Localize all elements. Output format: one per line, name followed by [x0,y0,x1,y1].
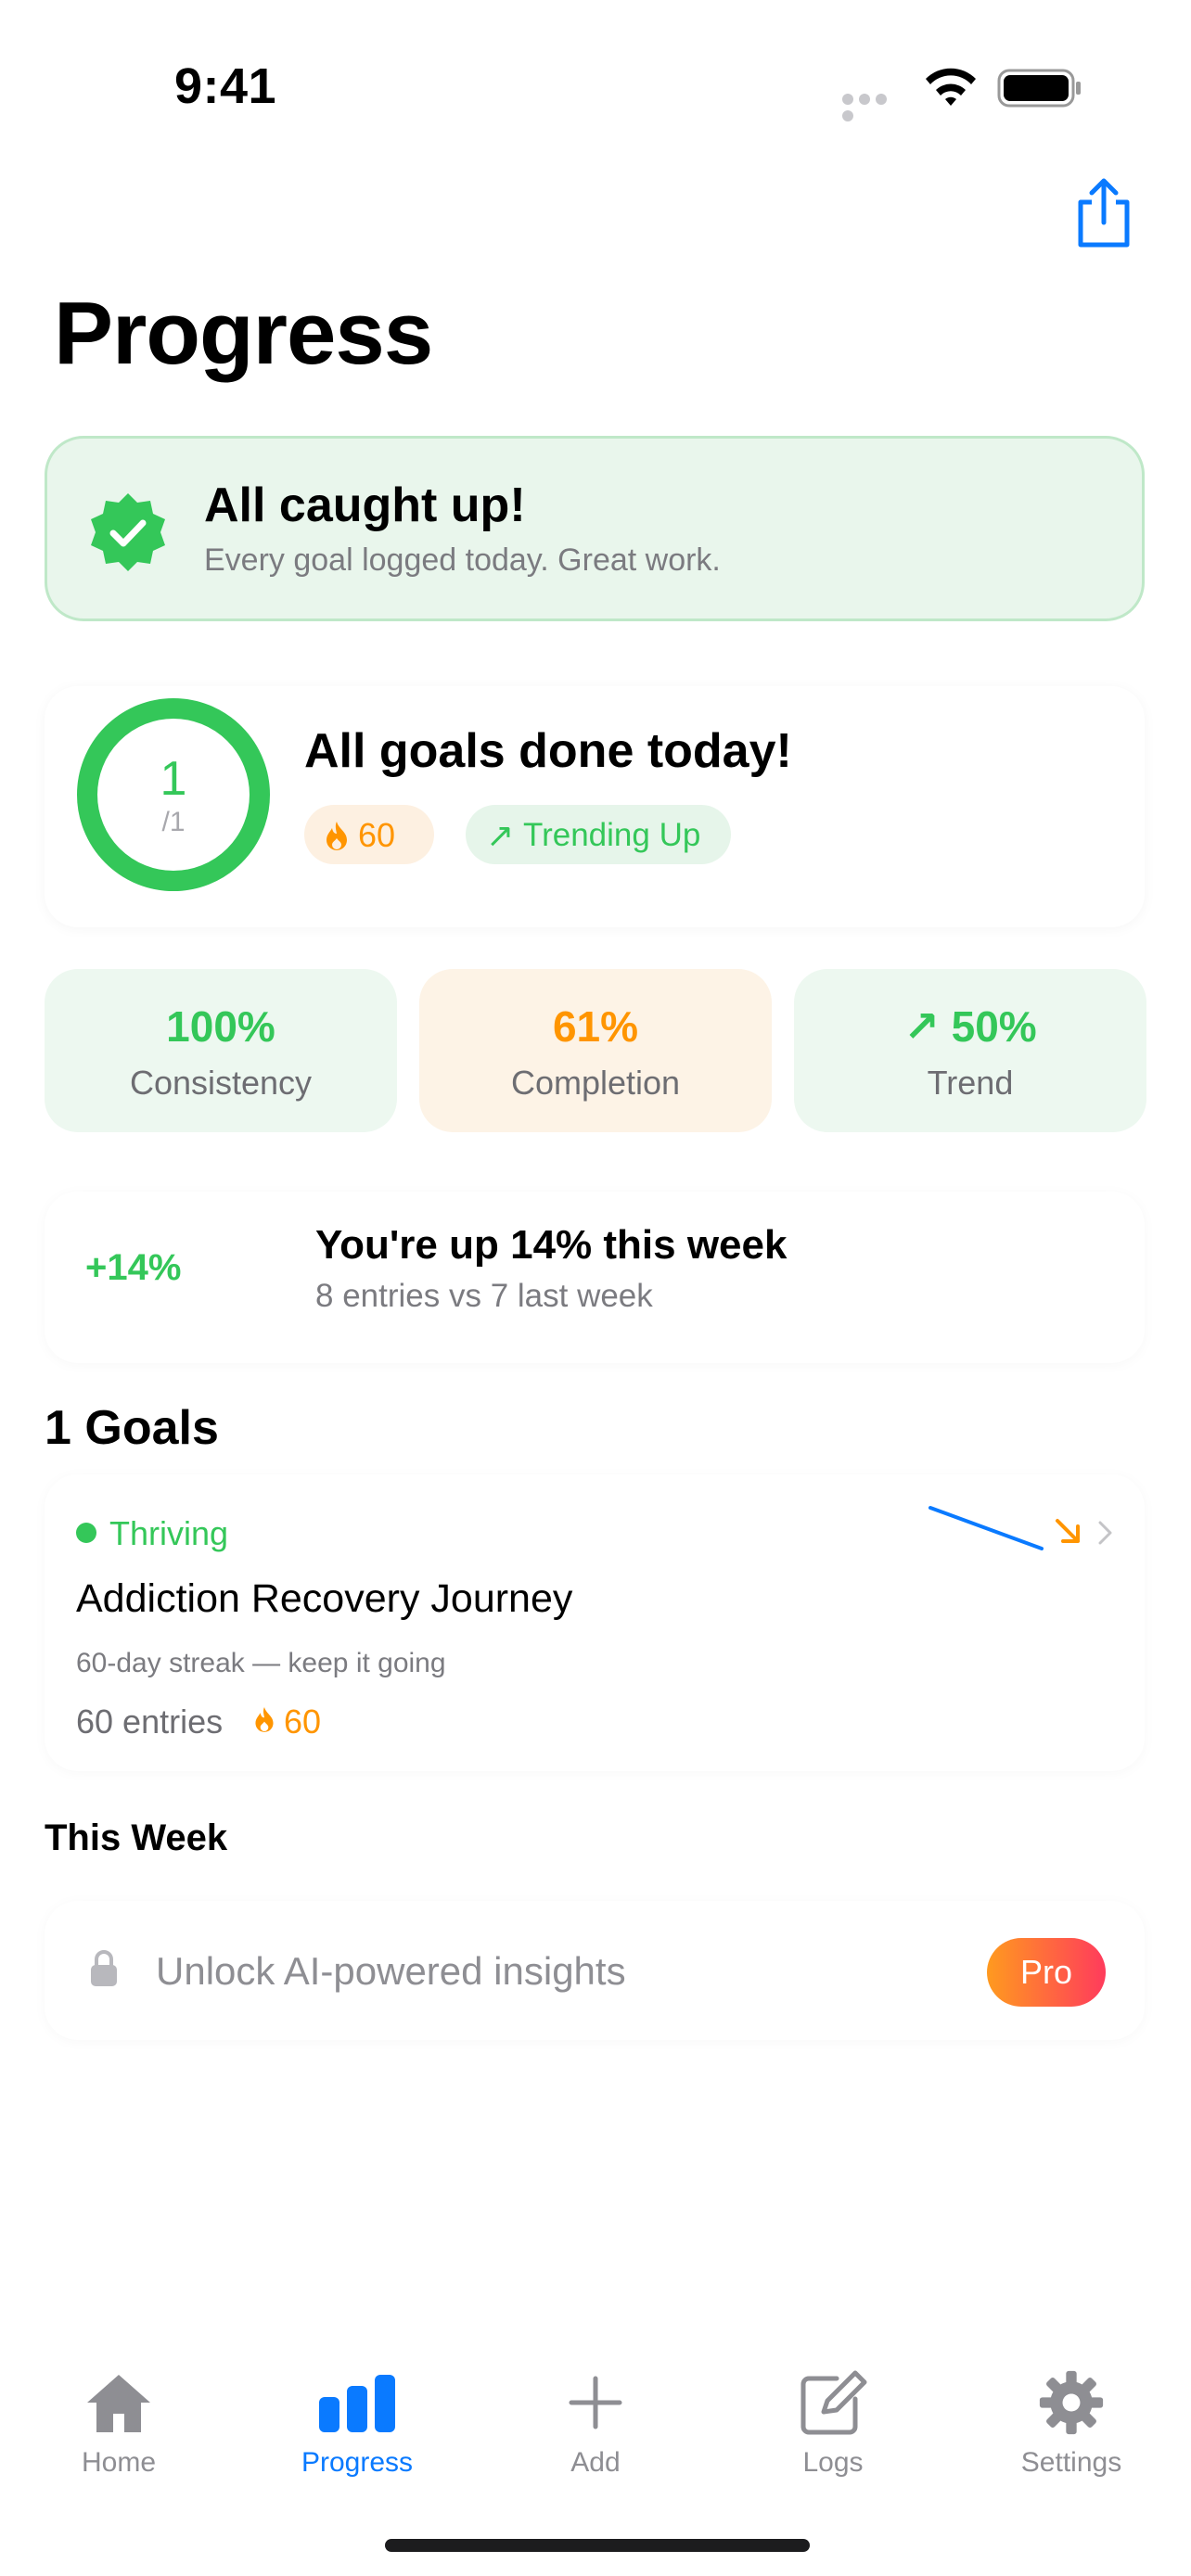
tab-home[interactable]: Home [26,2369,211,2479]
goal-sparkline [928,1506,1044,1550]
chevron-right-icon[interactable] [1095,1517,1117,1549]
cellular-signal-icon [842,93,907,121]
tab-progress[interactable]: Progress [264,2369,450,2479]
banner-title: All caught up! [204,478,526,532]
arrow-down-right-icon [1056,1519,1080,1543]
status-dot [76,1523,96,1543]
consistency-value: 100% [166,1002,275,1051]
share-icon[interactable] [1071,176,1136,250]
summary-title: All goals done today! [304,724,792,778]
page-title: Progress [54,284,433,383]
home-indicator [385,2539,810,2552]
goal-streak: 60 [284,1702,322,1741]
trend-value: 50% [951,1002,1037,1051]
tab-label: Progress [301,2447,414,2478]
streak-count: 60 [358,816,396,854]
goal-entries: 60 entries [76,1702,224,1741]
completion-label: Completion [510,1064,681,1102]
consistency-label: Consistency [129,1064,313,1102]
tab-add[interactable]: Add [503,2369,688,2479]
trend-label: Trending Up [523,817,701,853]
banner-subtitle: Every goal logged today. Great work. [204,542,721,578]
pencil-square-icon [800,2370,867,2435]
wifi-icon [926,68,976,106]
trend-label: Trend [927,1064,1014,1102]
ring-total: /1 [161,807,186,837]
goals-section-header: 1 Goals [45,1401,219,1455]
this-week-header: This Week [45,1817,228,1858]
arrow-up-right-icon: ↗ [486,816,515,854]
arrow-up-right-icon: ↗ [903,1002,952,1051]
tab-label: Add [570,2447,621,2478]
flame-icon [255,1707,274,1732]
goal-status: Thriving [109,1514,229,1552]
flame-icon [327,822,347,850]
tab-settings[interactable]: Settings [979,2369,1164,2479]
tab-label: Logs [802,2447,864,2478]
trend-tile: ↗ 50% Trend [794,969,1146,1132]
battery-icon [997,69,1081,108]
tab-logs[interactable]: Logs [740,2369,926,2479]
goal-title: Addiction Recovery Journey [76,1576,573,1621]
weekly-title: You're up 14% this week [315,1222,788,1268]
ring-value: 1 [160,752,187,806]
weekly-subtitle: 8 entries vs 7 last week [315,1278,653,1314]
unlock-insights-text: Unlock AI-powered insights [156,1949,626,1993]
tab-label: Settings [1020,2447,1122,2478]
consistency-tile: 100% Consistency [45,969,397,1132]
lock-icon [91,1950,117,1986]
streak-badge: 60 [304,805,434,864]
tab-label: Home [81,2447,157,2478]
checkmark-seal-icon [91,493,165,571]
completion-value: 61% [552,1002,639,1051]
trend-badge: ↗ Trending Up [466,805,731,864]
bar-chart-icon [319,2375,395,2432]
house-icon [87,2375,150,2432]
gear-icon [1039,2370,1104,2435]
completion-tile: 61% Completion [419,969,772,1132]
goal-note: 60-day streak — keep it going [76,1648,446,1678]
pro-upgrade-button[interactable]: Pro [987,1938,1106,2007]
plus-icon [569,2376,622,2429]
status-time: 9:41 [174,58,277,114]
weekly-delta: +14% [85,1247,182,1288]
